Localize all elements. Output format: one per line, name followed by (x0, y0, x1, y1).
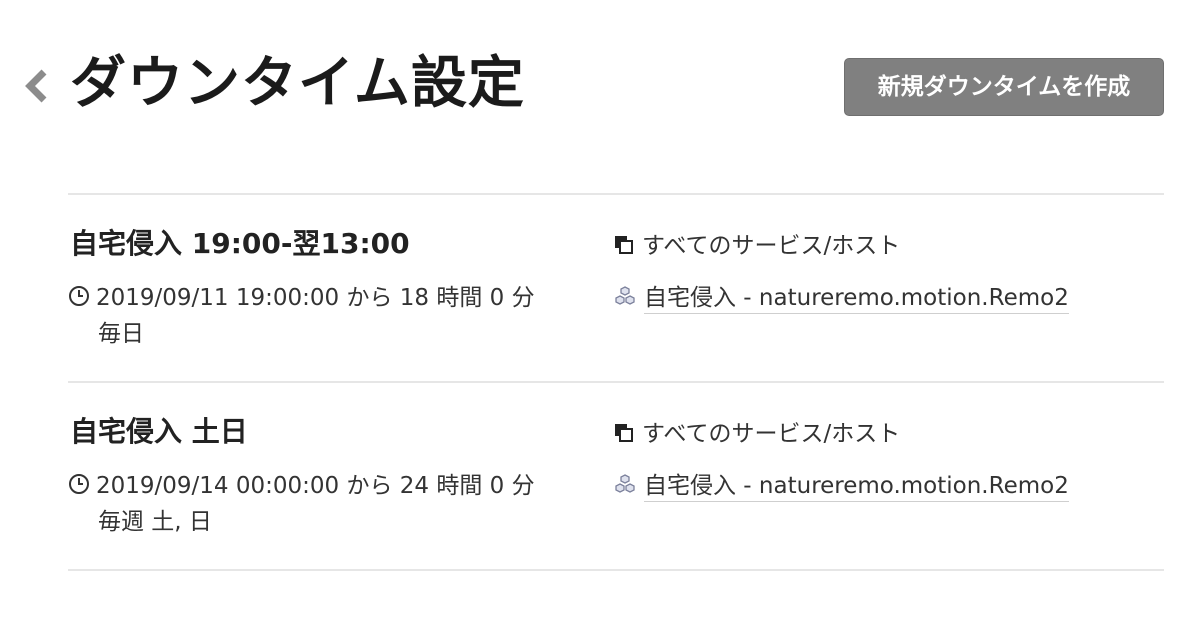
downtime-monitor: 自宅侵入 - natureremo.motion.Remo2 (614, 470, 1069, 502)
cubes-icon (615, 286, 635, 305)
downtime-period-text: 2019/09/14 00:00:00 から 24 時間 0 分 (96, 473, 535, 499)
divider (68, 193, 1164, 195)
downtime-recurrence: 毎週 土, 日 (98, 509, 212, 535)
downtime-recurrence: 毎日 (98, 321, 144, 347)
downtime-name[interactable]: 自宅侵入 土日 (70, 412, 248, 452)
downtime-period-text: 2019/09/11 19:00:00 から 18 時間 0 分 (96, 285, 535, 311)
downtime-scope: すべてのサービス/ホスト (614, 418, 900, 450)
page-header: ダウンタイム設定 新規ダウンタイムを作成 (0, 0, 1200, 170)
downtime-scope-text: すべてのサービス/ホスト (642, 233, 901, 259)
clock-icon (69, 286, 89, 306)
downtime-period: 2019/09/11 19:00:00 から 18 時間 0 分 (68, 282, 535, 314)
downtime-monitor: 自宅侵入 - natureremo.motion.Remo2 (614, 282, 1069, 314)
monitor-link[interactable]: 自宅侵入 - natureremo.motion.Remo2 (644, 473, 1069, 502)
divider (68, 569, 1164, 571)
downtime-item: 自宅侵入 19:00-翌13:00 2019/09/11 19:00:00 から… (0, 196, 1200, 382)
downtime-name[interactable]: 自宅侵入 19:00-翌13:00 (70, 224, 410, 264)
downtime-scope-text: すべてのサービス/ホスト (642, 421, 901, 447)
divider (68, 381, 1164, 383)
downtime-period: 2019/09/14 00:00:00 から 24 時間 0 分 (68, 470, 535, 502)
chevron-left-icon[interactable] (20, 66, 54, 106)
all-services-hosts-icon (615, 424, 633, 442)
clock-icon (69, 474, 89, 494)
all-services-hosts-icon (615, 236, 633, 254)
downtime-scope: すべてのサービス/ホスト (614, 230, 900, 262)
downtime-settings-page: ダウンタイム設定 新規ダウンタイムを作成 自宅侵入 19:00-翌13:00 2… (0, 0, 1200, 626)
monitor-link[interactable]: 自宅侵入 - natureremo.motion.Remo2 (644, 285, 1069, 314)
create-downtime-button[interactable]: 新規ダウンタイムを作成 (844, 58, 1164, 116)
cubes-icon (615, 474, 635, 493)
downtime-item: 自宅侵入 土日 2019/09/14 00:00:00 から 24 時間 0 分… (0, 384, 1200, 570)
page-title: ダウンタイム設定 (70, 51, 525, 116)
